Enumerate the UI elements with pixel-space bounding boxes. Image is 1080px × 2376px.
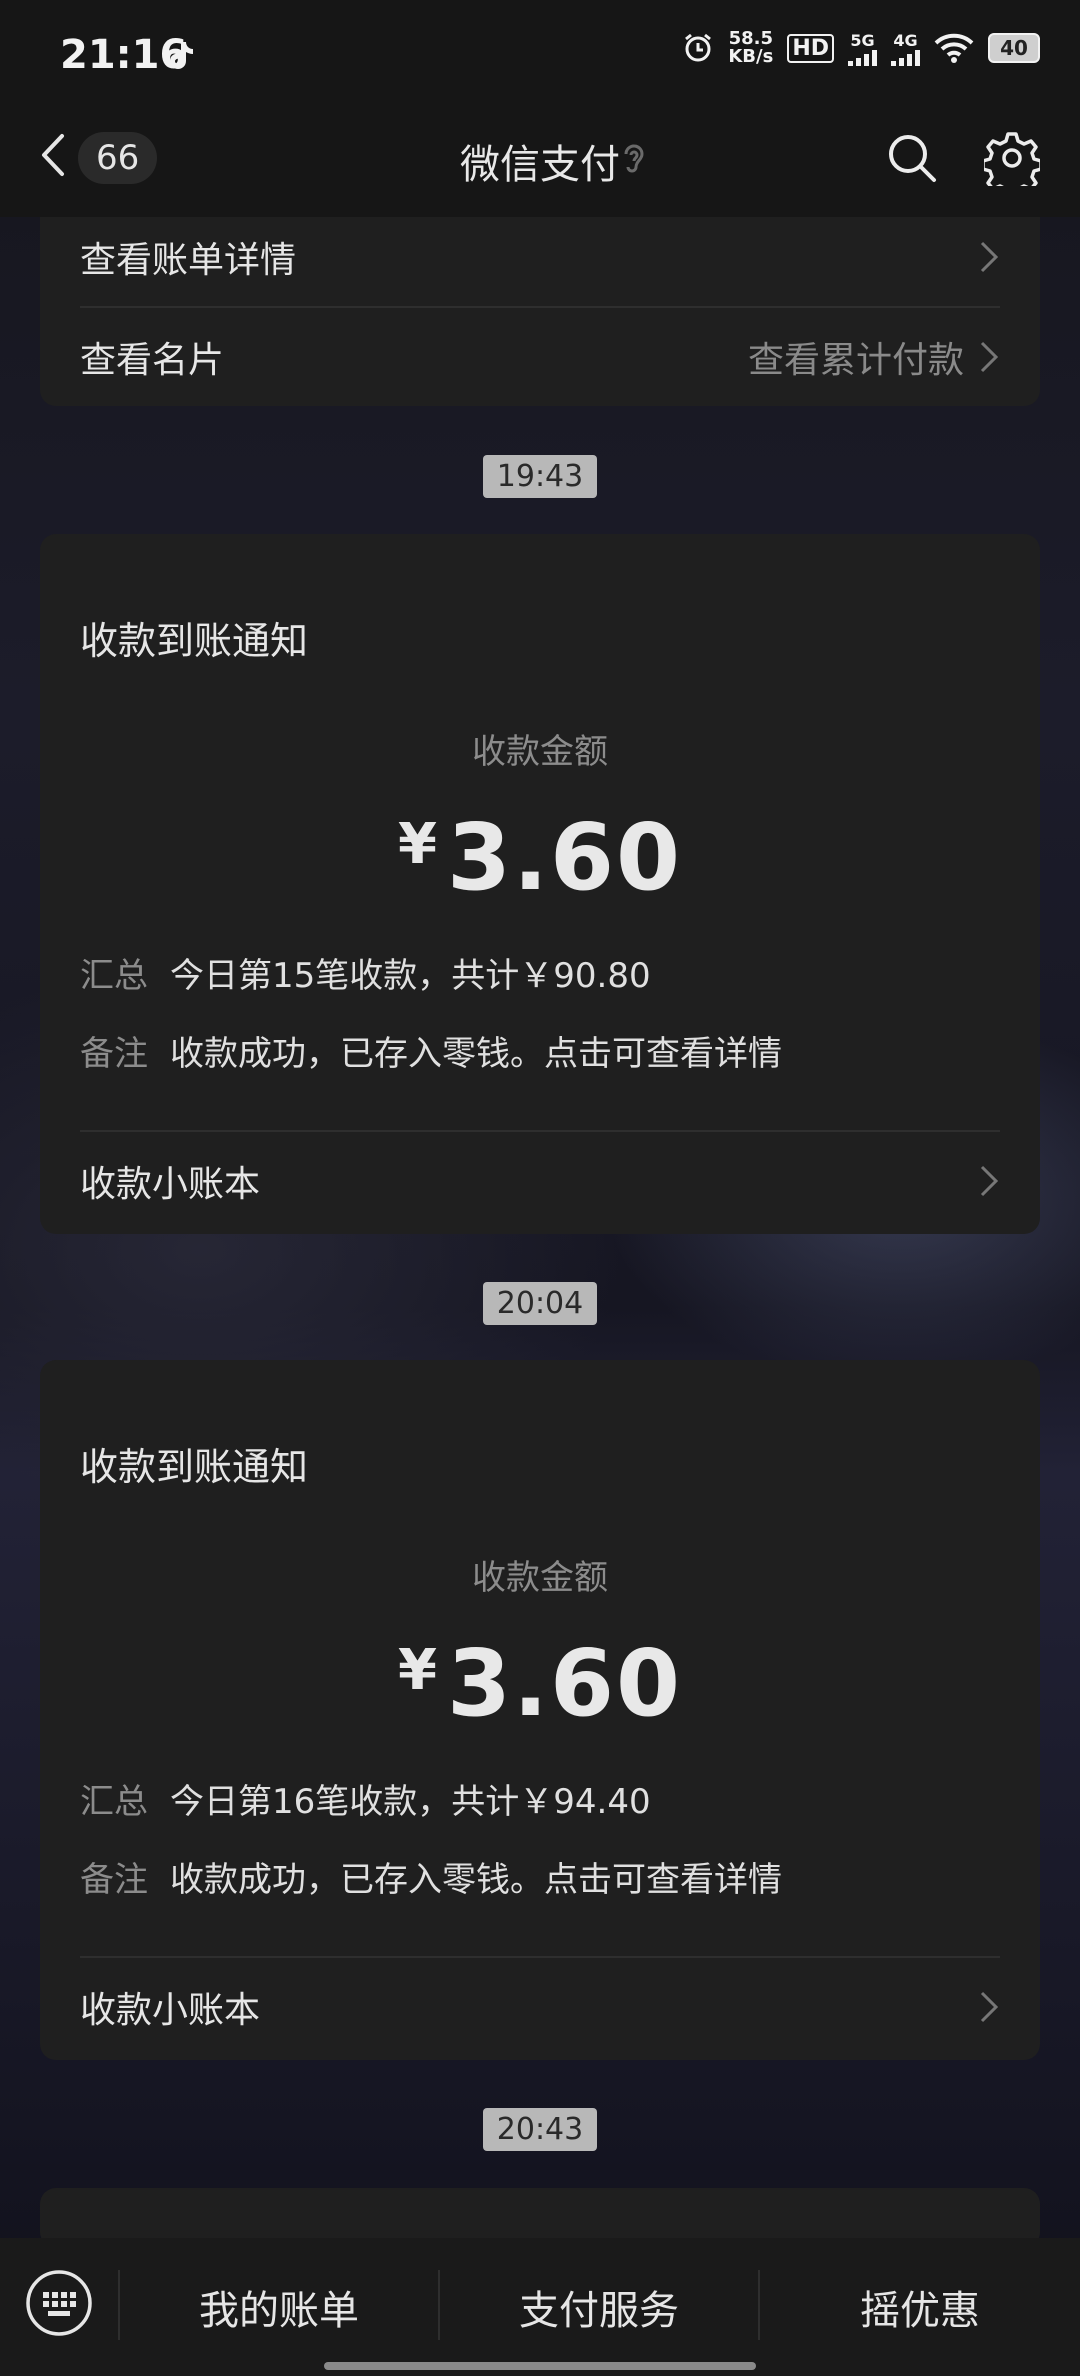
chevron-right-icon xyxy=(980,241,999,273)
wifi-icon xyxy=(934,33,974,63)
receipt-ledger-label: 收款小账本 xyxy=(80,1164,261,1205)
summary-line: 汇总 今日第16笔收款，共计￥94.40 xyxy=(80,1782,651,1822)
network-speed: 58.5 KB/s xyxy=(728,28,774,67)
tiktok-icon xyxy=(170,42,193,69)
alarm-icon xyxy=(685,33,712,62)
account-actions-card: 查看账单详情 查看名片 查看累计付款 xyxy=(40,200,1040,406)
signal-5g-icon: 5G xyxy=(848,31,877,66)
chevron-right-icon xyxy=(980,1991,999,2023)
home-indicator[interactable] xyxy=(324,2362,756,2370)
keyboard-toggle-icon[interactable] xyxy=(24,2268,94,2338)
view-card-label: 查看名片 xyxy=(80,340,225,381)
message-timestamp: 20:04 xyxy=(0,1282,1080,1325)
battery-icon: 40 xyxy=(988,33,1040,63)
summary-line: 汇总 今日第15笔收款，共计￥90.80 xyxy=(80,956,651,996)
payment-notification-card[interactable]: 收款到账通知 收款金额 ¥3.60 汇总 今日第16笔收款，共计￥94.40 备… xyxy=(40,1360,1040,2060)
view-bill-details-row[interactable]: 查看账单详情 xyxy=(80,207,1000,307)
note-line: 备注 收款成功，已存入零钱。点击可查看详情 xyxy=(80,1034,782,1074)
notification-title: 收款到账通知 xyxy=(80,1445,309,1489)
note-line: 备注 收款成功，已存入零钱。点击可查看详情 xyxy=(80,1860,782,1900)
notification-title: 收款到账通知 xyxy=(80,619,309,663)
view-card-row[interactable]: 查看名片 查看累计付款 xyxy=(80,307,1000,407)
tab-shake-offers[interactable]: 摇优惠 xyxy=(760,2238,1080,2376)
status-bar: 21:16 58.5 KB/s HD 5G 4G 40 xyxy=(0,0,1080,115)
view-cumulative-payment-link: 查看累计付款 xyxy=(747,340,964,381)
message-timestamp: 19:43 xyxy=(0,455,1080,498)
receipt-ledger-label: 收款小账本 xyxy=(80,1990,261,2031)
payment-notification-card[interactable]: 收款到账通知 收款金额 ¥3.60 汇总 今日第15笔收款，共计￥90.80 备… xyxy=(40,534,1040,1234)
view-bill-details-label: 查看账单详情 xyxy=(80,240,297,281)
receipt-ledger-link[interactable]: 收款小账本 xyxy=(80,1957,1000,2057)
chevron-right-icon xyxy=(980,1165,999,1197)
chevron-right-icon xyxy=(980,341,999,373)
message-timestamp: 20:43 xyxy=(0,2108,1080,2151)
amount-label: 收款金额 xyxy=(472,1558,608,1598)
ear-mode-icon xyxy=(624,144,644,173)
gear-icon[interactable] xyxy=(984,130,1040,186)
tab-my-bills[interactable]: 我的账单 xyxy=(120,2238,438,2376)
search-icon[interactable] xyxy=(886,132,938,184)
status-icons: 58.5 KB/s HD 5G 4G 40 xyxy=(682,30,1040,66)
hd-icon: HD xyxy=(787,33,834,63)
amount-value: ¥3.60 xyxy=(398,1630,682,1737)
amount-label: 收款金额 xyxy=(472,732,608,772)
amount-value: ¥3.60 xyxy=(398,804,682,911)
receipt-ledger-link[interactable]: 收款小账本 xyxy=(80,1131,1000,1231)
bottom-menu-bar: 我的账单 支付服务 摇优惠 xyxy=(0,2238,1080,2376)
signal-4g-icon: 4G xyxy=(891,31,920,66)
tab-payment-services[interactable]: 支付服务 xyxy=(440,2238,758,2376)
